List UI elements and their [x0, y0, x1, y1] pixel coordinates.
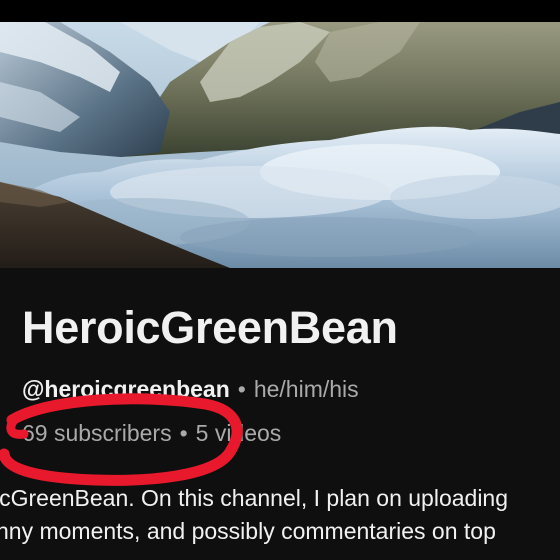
top-status-strip	[0, 0, 560, 22]
mountain-clouds-banner-image	[0, 22, 560, 268]
channel-banner	[0, 22, 560, 268]
description-line: nny moments, and possibly commentaries o…	[0, 518, 496, 544]
description-line: icGreenBean. On this channel, I plan on …	[0, 485, 509, 511]
subscriber-count: 69 subscribers	[22, 420, 172, 446]
channel-stats-row: 69 subscribers • 5 videos	[22, 420, 281, 447]
channel-page: HeroicGreenBean @heroicgreenbean • he/him/…	[0, 0, 560, 560]
channel-name: HeroicGreenBean	[22, 302, 398, 353]
channel-pronouns: he/him/his	[253, 376, 359, 402]
channel-description[interactable]: icGreenBean. On this channel, I plan on …	[0, 482, 560, 548]
separator-dot: •	[237, 376, 246, 402]
video-count: 5 videos	[195, 420, 282, 446]
separator-dot: •	[179, 420, 188, 446]
channel-handle[interactable]: @heroicgreenbean	[22, 376, 230, 402]
channel-meta-row: @heroicgreenbean • he/him/his	[22, 376, 359, 403]
